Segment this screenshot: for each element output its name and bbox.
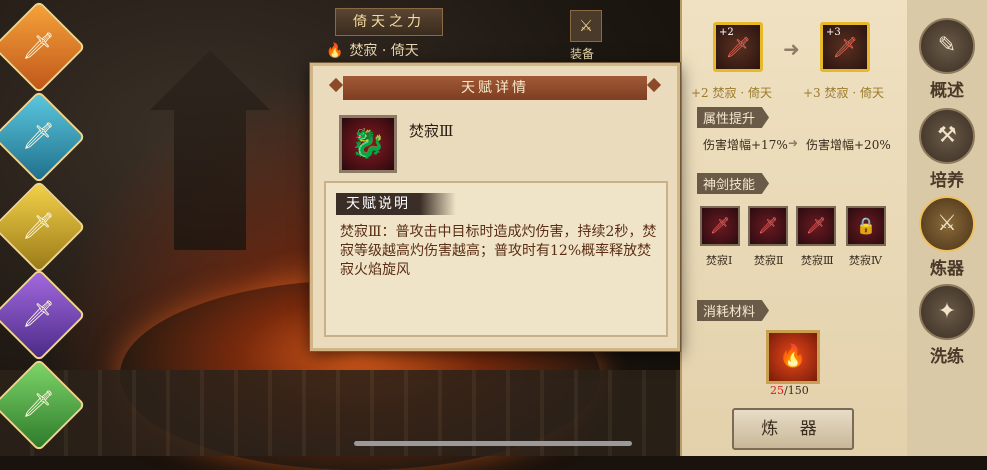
skill-icon-2[interactable]: 🗡	[748, 206, 788, 246]
material-need: /150	[784, 384, 809, 397]
material-header: 消耗材料	[697, 300, 770, 321]
next-weapon-caption: +3 焚寂 · 倚天	[803, 86, 884, 100]
forge-icon: ⚔	[919, 196, 975, 252]
weapon-name-text: 焚寂 · 倚天	[349, 43, 419, 59]
weapon-power-title: 倚天之力	[335, 8, 443, 36]
nav-refine[interactable]: ✦ 洗练	[917, 284, 977, 367]
current-weapon-slot[interactable]: +2 🗡	[713, 22, 763, 72]
material-count: 25/150	[770, 384, 809, 397]
flame-icon: 🔥	[326, 43, 344, 59]
book-icon: ✎	[919, 18, 975, 74]
fire-material-icon[interactable]: 🔥	[766, 330, 820, 384]
attribute-from: 伤害增幅+17%	[703, 138, 788, 152]
skill-icon-3[interactable]: 🗡	[796, 206, 836, 246]
equip-icon[interactable]: ⚔	[570, 10, 602, 42]
nav-refine-label: 洗练	[930, 347, 964, 367]
next-level: +3	[826, 27, 841, 38]
refine-icon: ✦	[919, 284, 975, 340]
hammer-icon: ⚒	[919, 108, 975, 164]
skill-label-3: 焚寂Ⅲ	[801, 254, 834, 267]
modal-title: 天赋详情	[343, 76, 647, 100]
side-nav: ✎ 概述 ⚒ 培养 ⚔ 炼器 ✦ 洗练	[907, 0, 987, 456]
skill-label-4: 焚寂Ⅳ	[849, 254, 882, 267]
description-label: 天赋说明	[336, 193, 456, 215]
forge-button[interactable]: 炼 器	[732, 408, 854, 450]
talent-description: 焚寂Ⅲ：普攻击中目标时造成灼伤害，持续2秒，焚寂等级越高灼伤害越高；普攻时有12…	[340, 224, 657, 278]
talent-description-box: 天赋说明 焚寂Ⅲ：普攻击中目标时造成灼伤害，持续2秒，焚寂等级越高灼伤害越高；普…	[324, 181, 668, 337]
home-indicator	[354, 441, 632, 446]
talent-dragon-icon: 🐉	[339, 115, 397, 173]
equip-label: 装备	[570, 47, 595, 61]
current-level: +2	[719, 27, 734, 38]
header-ornament-left	[328, 77, 344, 93]
nav-train[interactable]: ⚒ 培养	[917, 108, 977, 191]
attribute-header: 属性提升	[697, 107, 770, 128]
nav-forge-label: 炼器	[930, 259, 964, 279]
nav-train-label: 培养	[930, 171, 964, 191]
next-weapon-slot[interactable]: +3 🗡	[820, 22, 870, 72]
nav-overview[interactable]: ✎ 概述	[917, 18, 977, 101]
arrow-right-icon: ➜	[783, 37, 800, 61]
tower-silhouette	[150, 50, 270, 250]
attribute-arrow-icon: ➜	[788, 136, 799, 150]
current-weapon-caption: +2 焚寂 · 倚天	[691, 86, 772, 100]
talent-detail-modal: 天赋详情 🐉 焚寂Ⅲ 天赋说明 焚寂Ⅲ：普攻击中目标时造成灼伤害，持续2秒，焚寂…	[310, 63, 680, 351]
talent-name: 焚寂Ⅲ	[409, 122, 454, 140]
skill-icon-4[interactable]: 🔒	[846, 206, 886, 246]
weapon-name: 🔥 焚寂 · 倚天	[326, 40, 419, 60]
nav-overview-label: 概述	[930, 81, 964, 101]
material-have: 25	[770, 384, 784, 397]
nav-forge[interactable]: ⚔ 炼器	[917, 196, 977, 279]
skill-label-2: 焚寂Ⅱ	[754, 254, 784, 267]
header-ornament-right	[646, 77, 662, 93]
skill-icon-1[interactable]: 🗡	[700, 206, 740, 246]
attribute-to: 伤害增幅+20%	[806, 138, 891, 152]
skills-header: 神剑技能	[697, 173, 770, 194]
skill-label-1: 焚寂Ⅰ	[706, 254, 733, 267]
